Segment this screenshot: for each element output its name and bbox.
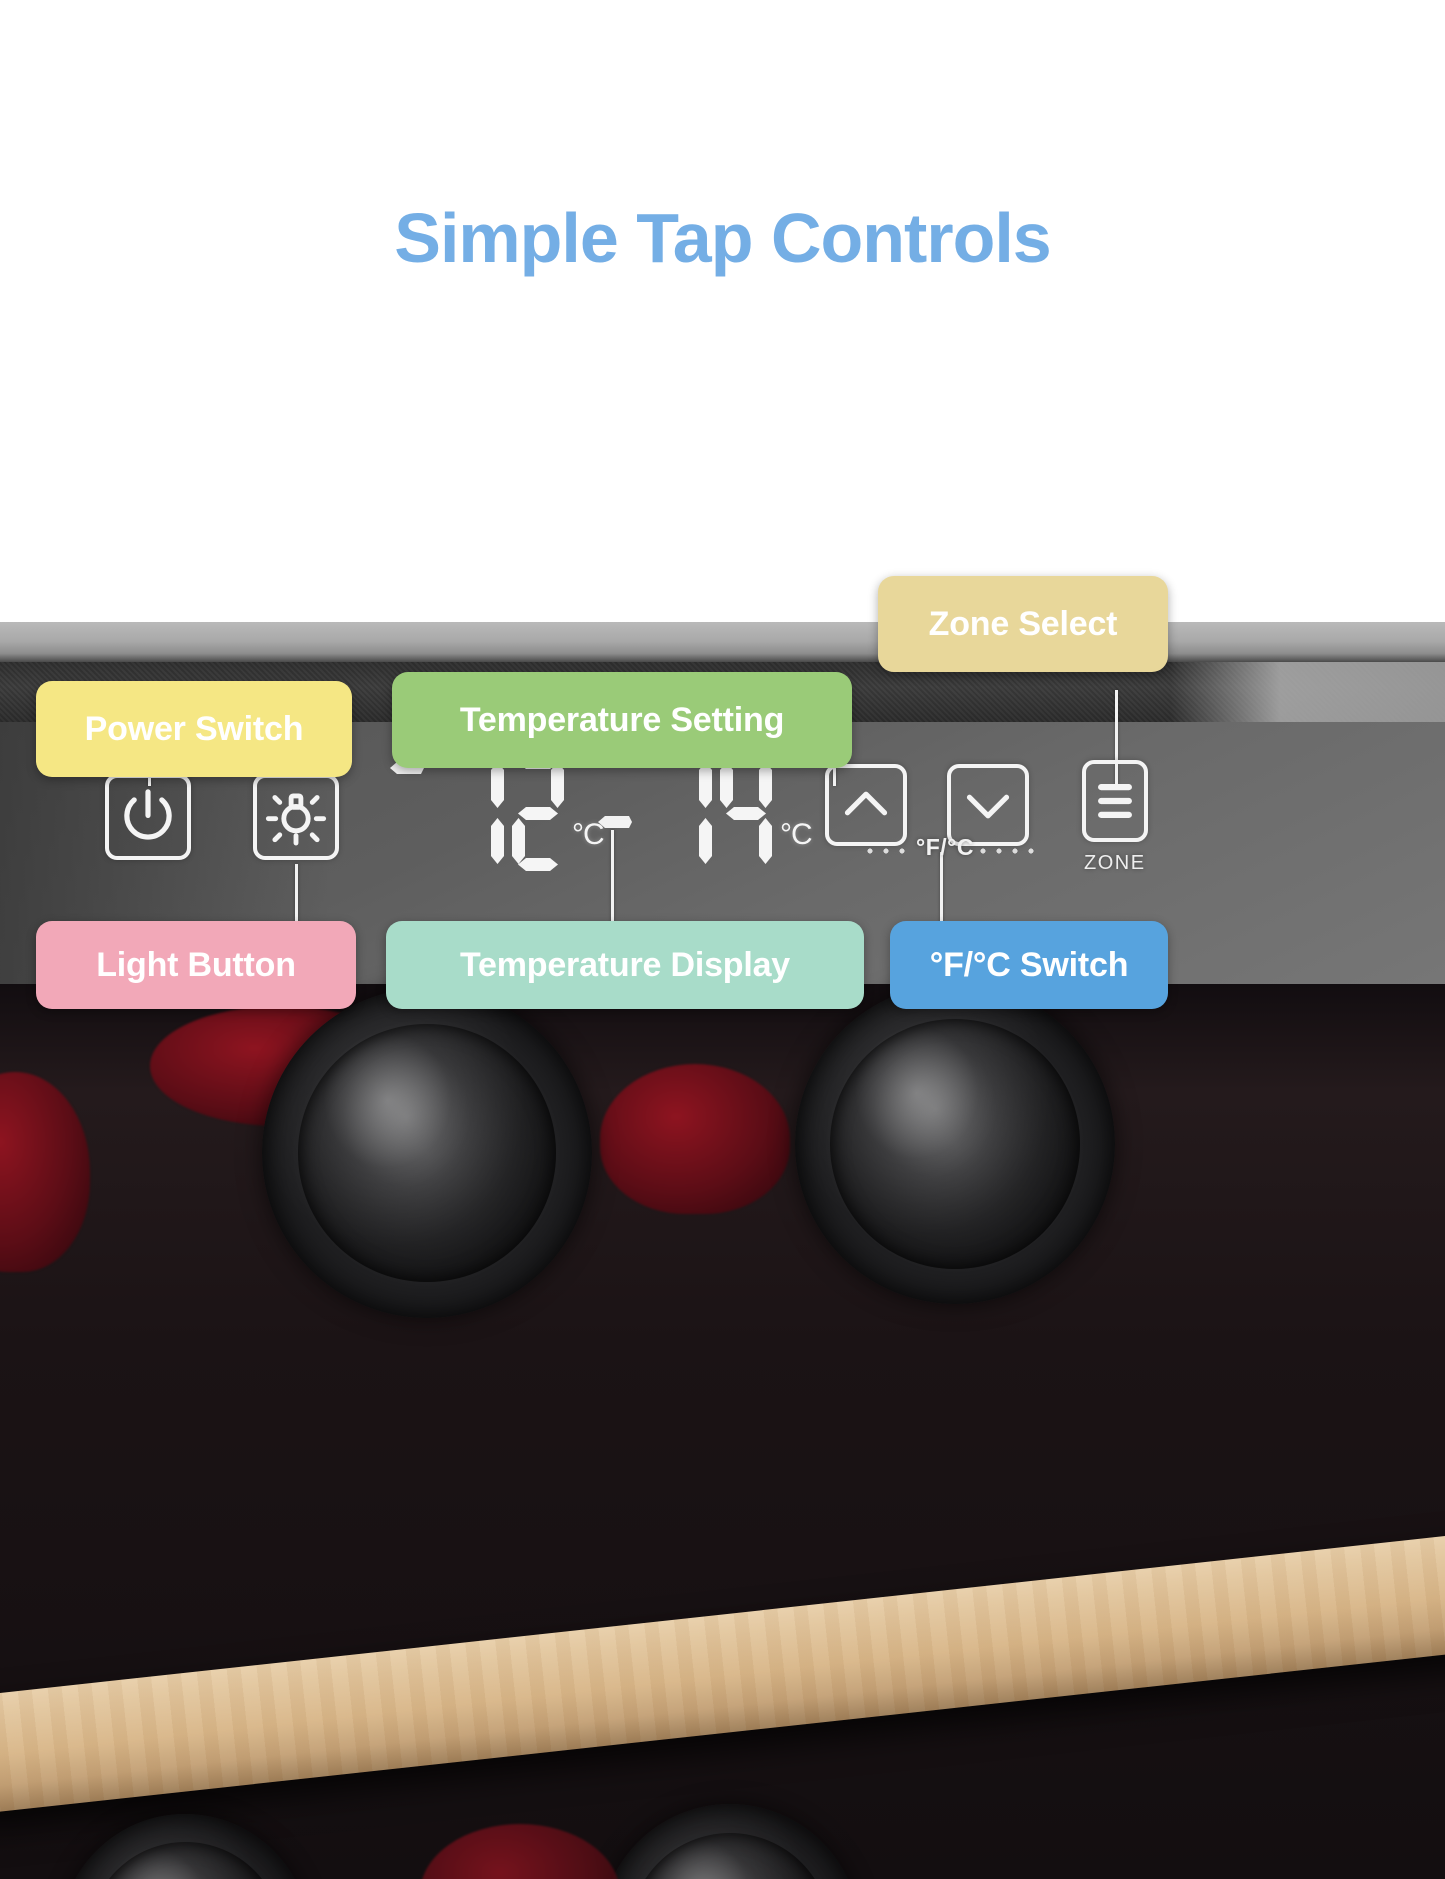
seven-segment-digit bbox=[660, 756, 712, 872]
callout-label: Power Switch bbox=[85, 710, 304, 749]
chevron-down-icon bbox=[951, 768, 1025, 842]
wine-cooler-photo: °C °C bbox=[0, 622, 1445, 1879]
bezel-highlight bbox=[1170, 662, 1445, 724]
chevron-up-icon bbox=[829, 768, 903, 842]
fc-dots-left bbox=[862, 848, 910, 854]
cabinet-top-trim bbox=[0, 622, 1445, 664]
temperature-up-button[interactable] bbox=[825, 764, 907, 846]
callout-temperature-display[interactable]: Temperature Display bbox=[386, 921, 864, 1009]
callout-label: Light Button bbox=[96, 946, 296, 985]
wine-bottle-rim bbox=[262, 988, 592, 1318]
callout-label: Zone Select bbox=[929, 605, 1118, 644]
shelf-wood-grain bbox=[0, 1531, 1445, 1815]
wine-bottle-rim bbox=[795, 984, 1115, 1304]
seven-segment-digit bbox=[512, 756, 564, 872]
cabinet-interior bbox=[0, 984, 1445, 1879]
fc-dots-right bbox=[975, 848, 1035, 854]
zone-bars-icon bbox=[1086, 764, 1144, 838]
power-icon bbox=[109, 778, 187, 856]
callout-label: Temperature Setting bbox=[460, 701, 784, 740]
temperature-unit: °C bbox=[780, 818, 812, 852]
seven-segment-digit bbox=[720, 756, 772, 872]
wooden-shelf bbox=[0, 1531, 1445, 1815]
callout-light-button[interactable]: Light Button bbox=[36, 921, 356, 1009]
wine-liquid bbox=[600, 1064, 790, 1214]
wine-liquid bbox=[0, 1072, 90, 1272]
wine-liquid bbox=[420, 1824, 620, 1879]
fahrenheit-celsius-switch[interactable]: °F/°C bbox=[916, 834, 974, 861]
callout-label: °F/°C Switch bbox=[930, 946, 1129, 985]
callout-fc-switch[interactable]: °F/°C Switch bbox=[890, 921, 1168, 1009]
infographic-root: Simple Tap Controls bbox=[0, 0, 1445, 1879]
temperature-display: °C bbox=[452, 756, 604, 872]
seven-segment-digit bbox=[452, 756, 504, 872]
power-switch-button[interactable] bbox=[105, 774, 191, 860]
zone-button-label: ZONE bbox=[1084, 852, 1146, 875]
callout-power-switch[interactable]: Power Switch bbox=[36, 681, 352, 777]
temperature-display-secondary: °C bbox=[660, 756, 812, 872]
light-bulb-icon bbox=[257, 778, 335, 856]
page-title: Simple Tap Controls bbox=[0, 198, 1445, 278]
callout-label: Temperature Display bbox=[460, 946, 790, 985]
temperature-unit: °C bbox=[572, 818, 604, 852]
callout-temperature-setting[interactable]: Temperature Setting bbox=[392, 672, 852, 768]
zone-select-button[interactable] bbox=[1082, 760, 1148, 842]
callout-zone-select[interactable]: Zone Select bbox=[878, 576, 1168, 672]
wine-bottle-rim bbox=[600, 1804, 860, 1879]
wine-bottle-rim bbox=[60, 1814, 310, 1879]
light-button[interactable] bbox=[253, 774, 339, 860]
